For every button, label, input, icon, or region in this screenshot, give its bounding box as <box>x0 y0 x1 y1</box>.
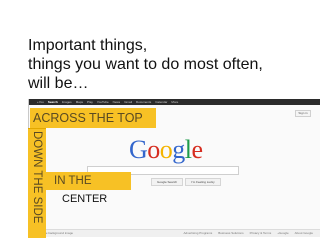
heading-line-2: things you want to do most often, <box>28 56 263 73</box>
nav-item-gmail[interactable]: Gmail <box>124 99 132 105</box>
google-search-button[interactable]: Google Search <box>151 178 183 186</box>
google-logo: Google <box>129 135 203 164</box>
google-footer: Change background image Advertising Prog… <box>29 229 320 237</box>
footer-link-privacy[interactable]: Privacy & Terms <box>250 230 272 237</box>
callout-center-label: center <box>62 193 108 205</box>
heading-line-1: Important things, <box>28 37 148 54</box>
callout-in-the-center: In the <box>46 172 131 190</box>
google-top-bar[interactable]: +You Search Images Maps Play YouTube New… <box>29 99 320 105</box>
footer-links: Advertising Programs Business Solutions … <box>184 230 313 237</box>
sign-in-button[interactable]: Sign in <box>295 110 311 117</box>
footer-link-about[interactable]: About Google <box>295 230 313 237</box>
footer-link-plus-google[interactable]: +Google <box>277 230 288 237</box>
callout-across-the-top: Across the top <box>30 108 156 128</box>
nav-item-youtube[interactable]: YouTube <box>97 99 109 105</box>
heading-line-3: will be… <box>28 75 89 92</box>
nav-item-play[interactable]: Play <box>87 99 93 105</box>
callout-down-the-side: Down the side <box>28 128 46 238</box>
nav-item-images[interactable]: Images <box>62 99 72 105</box>
footer-link-business[interactable]: Business Solutions <box>218 230 243 237</box>
nav-item-news[interactable]: News <box>113 99 121 105</box>
footer-link-advertising[interactable]: Advertising Programs <box>184 230 213 237</box>
nav-item-maps[interactable]: Maps <box>76 99 83 105</box>
callout-down-the-side-label: Down the side <box>31 131 43 224</box>
nav-item-documents[interactable]: Documents <box>136 99 151 105</box>
nav-item-more[interactable]: More <box>171 99 178 105</box>
nav-item-search[interactable]: Search <box>48 99 58 105</box>
feeling-lucky-button[interactable]: I'm Feeling Lucky <box>185 178 221 186</box>
slide-heading: Important things, things you want to do … <box>28 36 318 93</box>
nav-item-calendar[interactable]: Calendar <box>155 99 167 105</box>
nav-item-plus-you[interactable]: +You <box>37 99 44 105</box>
